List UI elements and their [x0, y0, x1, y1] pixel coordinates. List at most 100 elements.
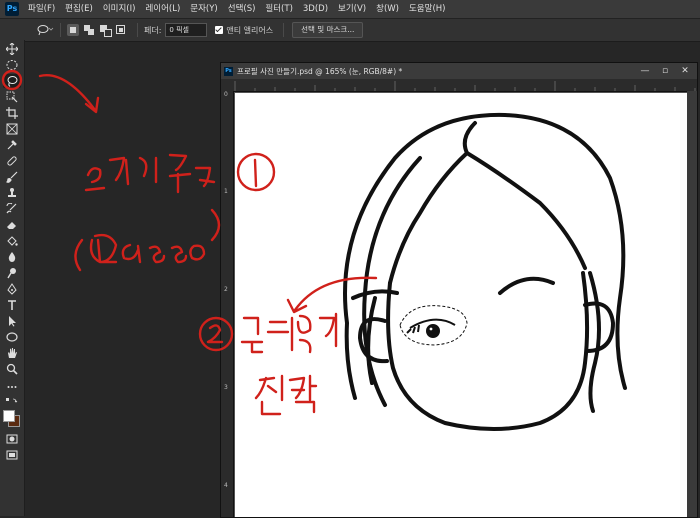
close-button[interactable]: ✕ [675, 64, 695, 78]
hand-tool[interactable] [3, 346, 21, 360]
zoom-tool[interactable] [3, 362, 21, 376]
horizontal-ruler[interactable] [233, 79, 697, 92]
drop-icon [8, 252, 16, 262]
eye-highlight [429, 327, 433, 331]
tools-panel [0, 40, 25, 516]
hand-icon [8, 348, 17, 358]
window-controls: — ▫ ✕ [635, 63, 695, 79]
clone-stamp-tool[interactable] [3, 186, 21, 200]
menu-window[interactable]: 창(W) [371, 0, 404, 18]
options-bar: 페더: 0 픽셀 앤티 앨리어스 선택 및 마스크... [0, 18, 700, 42]
ruler-mark: 1 [224, 188, 228, 195]
new-selection-mode[interactable] [67, 24, 79, 36]
ruler-mark: 3 [224, 384, 228, 391]
maximize-button[interactable]: ▫ [655, 64, 675, 78]
swap-colors-icon [6, 398, 18, 403]
marquee-tool[interactable] [3, 58, 21, 72]
dodge-tool[interactable] [3, 266, 21, 280]
menu-view[interactable]: 보기(V) [333, 0, 371, 18]
ellipse-icon [6, 332, 18, 342]
magnifier-icon [6, 363, 18, 375]
type-icon [8, 300, 16, 310]
photoshop-logo: Ps [5, 2, 19, 16]
screen-mode-button[interactable] [3, 448, 21, 462]
separator [137, 23, 138, 37]
quick-mask-button[interactable] [3, 432, 21, 446]
path-selection-tool[interactable] [3, 314, 21, 328]
menu-layer[interactable]: 레이어(L) [140, 0, 185, 18]
foreground-color-swatch[interactable] [3, 410, 15, 422]
hair-outline [343, 112, 627, 400]
antialias-checkbox[interactable] [215, 26, 224, 34]
brush-tool[interactable] [3, 170, 21, 184]
document-window: Ps 프로필 사진 만들기.psd @ 165% (눈, RGB/8#) * —… [220, 62, 698, 518]
move-icon [6, 43, 18, 55]
menu-bar: Ps 파일(F) 편집(E) 이미지(I) 레이어(L) 문자(Y) 선택(S)… [0, 0, 700, 18]
hair-part [388, 151, 469, 285]
default-colors-button[interactable] [3, 396, 21, 406]
right-eyebrow [498, 276, 555, 295]
object-selection-tool[interactable] [3, 90, 21, 104]
crop-icon [6, 107, 18, 119]
brush-icon [6, 171, 18, 183]
eyedropper-icon [7, 140, 17, 150]
feather-input[interactable]: 0 픽셀 [165, 23, 208, 37]
photoshop-document-icon: Ps [224, 66, 233, 76]
vertical-scrollbar[interactable] [687, 91, 697, 517]
ellipse-tool[interactable] [3, 330, 21, 344]
blur-tool[interactable] [3, 250, 21, 264]
healing-brush-tool[interactable] [3, 154, 21, 168]
antialias-label: 앤티 앨리어스 [226, 25, 274, 35]
ruler-mark: 0 [224, 91, 228, 98]
history-brush-icon [6, 203, 17, 214]
frame-icon [6, 123, 18, 135]
move-tool[interactable] [3, 42, 21, 56]
paint-bucket-icon [7, 236, 18, 246]
edit-toolbar-button[interactable] [3, 380, 21, 394]
menu-help[interactable]: 도움말(H) [404, 0, 450, 18]
menu-image[interactable]: 이미지(I) [98, 0, 141, 18]
lasso-tool[interactable] [3, 74, 21, 88]
annotation-arrow [38, 74, 97, 112]
object-selection-icon [6, 91, 18, 103]
separator [60, 23, 61, 37]
ruler-mark: 4 [224, 482, 228, 489]
lasso-tool-label [84, 153, 216, 194]
hair-strand [588, 271, 601, 413]
hair-part [462, 121, 587, 270]
lasso-preset-picker[interactable] [36, 22, 54, 38]
eraser-tool[interactable] [3, 218, 21, 232]
eraser-icon [7, 222, 16, 229]
feather-label: 페더: [144, 25, 162, 35]
subtract-selection-mode[interactable] [99, 24, 112, 37]
menu-filter[interactable]: 필터(T) [260, 0, 297, 18]
face-outline [386, 271, 590, 431]
crop-tool[interactable] [3, 106, 21, 120]
type-tool[interactable] [3, 298, 21, 312]
bandage-icon [7, 156, 17, 166]
history-brush-tool[interactable] [3, 202, 21, 216]
menu-3d[interactable]: 3D(D) [298, 0, 333, 18]
menu-edit[interactable]: 편집(E) [60, 0, 98, 18]
eyedropper-tool[interactable] [3, 138, 21, 152]
intersect-selection-mode[interactable] [115, 24, 127, 36]
face-drawing [343, 112, 627, 431]
frame-tool[interactable] [3, 122, 21, 136]
annotation-arrowhead [84, 96, 100, 114]
add-selection-mode[interactable] [83, 24, 95, 36]
paint-bucket-tool[interactable] [3, 234, 21, 248]
pen-tool[interactable] [3, 282, 21, 296]
stamp-icon [8, 188, 16, 197]
ruler-corner [221, 79, 233, 91]
vertical-ruler[interactable]: 0 1 2 3 4 [221, 91, 234, 517]
arrow-cursor-icon [9, 316, 16, 327]
hair-strand [366, 296, 377, 385]
pen-icon [7, 283, 17, 295]
menu-file[interactable]: 파일(F) [23, 0, 60, 18]
menu-select[interactable]: 선택(S) [223, 0, 261, 18]
menu-type[interactable]: 문자(Y) [185, 0, 222, 18]
minimize-button[interactable]: — [635, 64, 655, 78]
document-title-bar[interactable]: Ps 프로필 사진 만들기.psd @ 165% (눈, RGB/8#) * —… [221, 63, 697, 79]
select-and-mask-button[interactable]: 선택 및 마스크... [292, 22, 364, 38]
canvas[interactable] [235, 93, 687, 517]
